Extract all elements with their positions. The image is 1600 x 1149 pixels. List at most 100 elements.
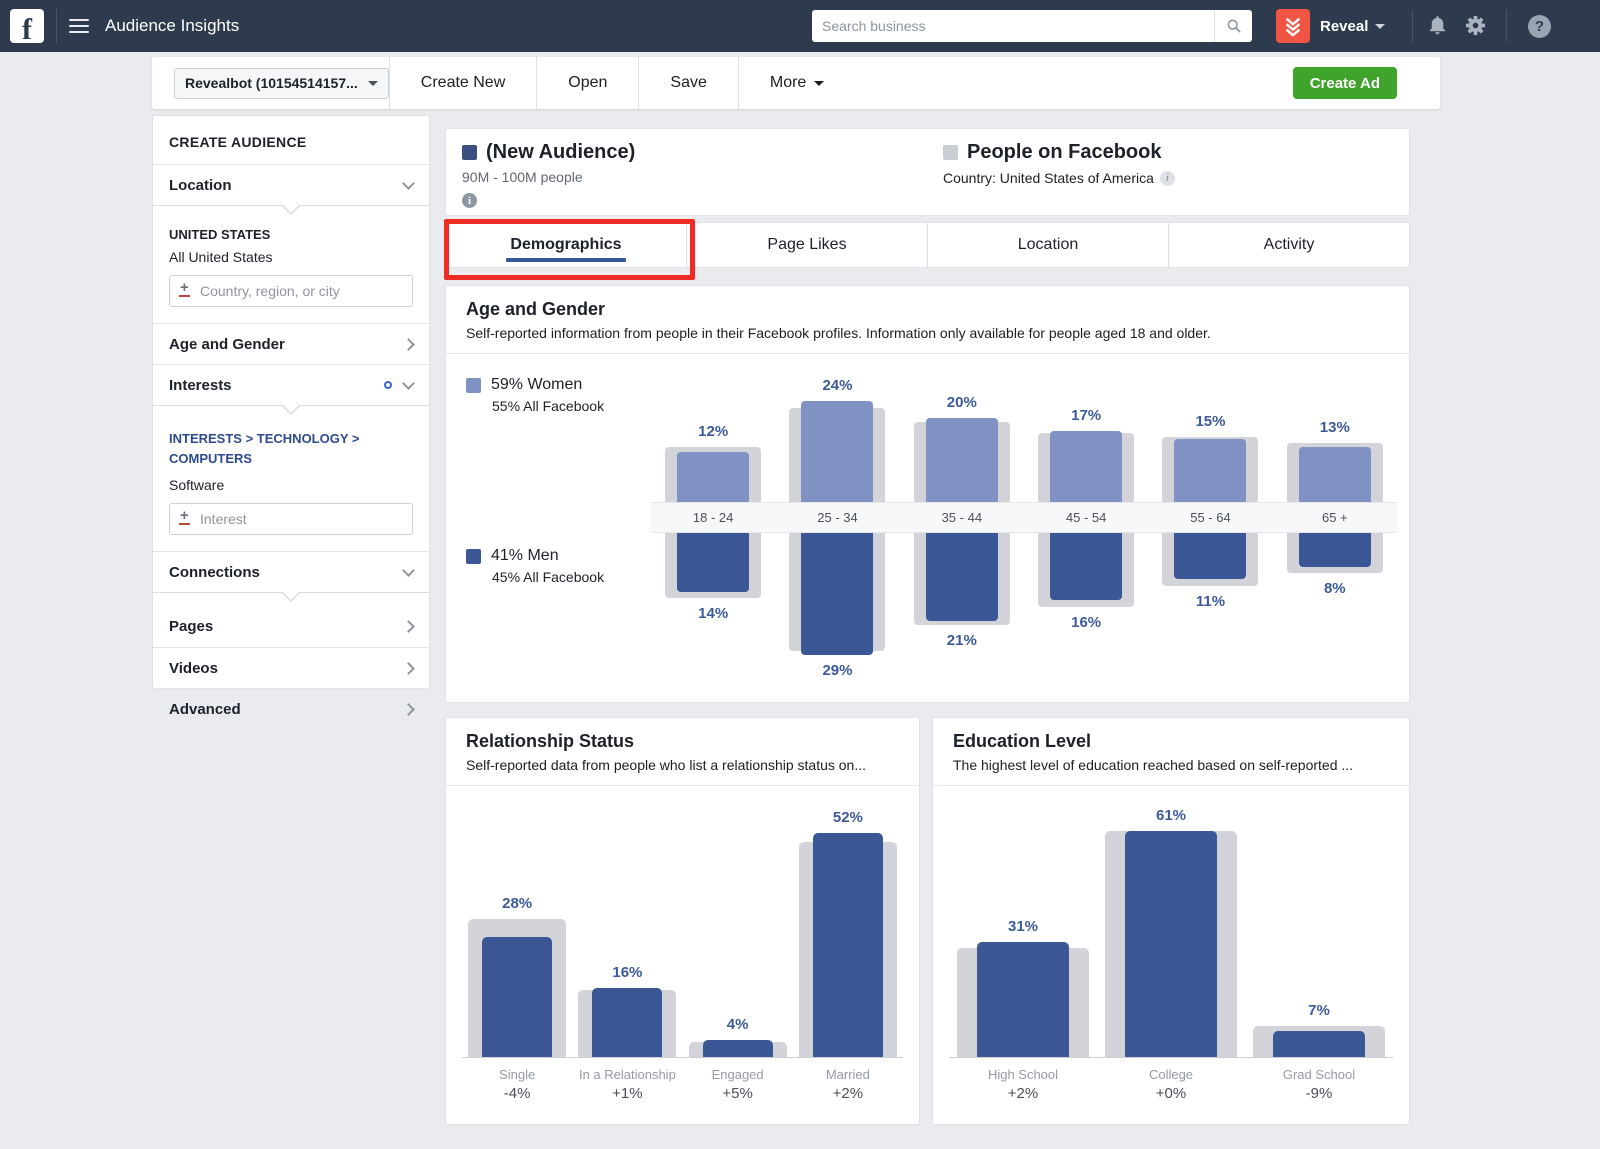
- age-axis-band: 18 - 2425 - 3435 - 4445 - 5455 - 6465 +: [651, 502, 1397, 533]
- value-label: 7%: [1245, 1002, 1393, 1019]
- search-button[interactable]: [1214, 10, 1252, 42]
- breadcrumb-computers-link[interactable]: COMPUTERS: [169, 451, 252, 466]
- bar-group: 16%: [572, 800, 682, 1057]
- tab-page-likes[interactable]: Page Likes: [686, 223, 927, 267]
- value-bar: [813, 833, 883, 1057]
- breadcrumb-interests-link[interactable]: INTERESTS: [169, 431, 242, 446]
- women-legend-label: 59% Women: [491, 376, 582, 394]
- relationship-axis-labels: Single-4%In a Relationship+1%Engaged+5%M…: [462, 1058, 903, 1102]
- men-bar: [677, 533, 749, 592]
- women-value-label: 17%: [1024, 407, 1148, 424]
- selected-interest: Software: [169, 477, 413, 493]
- category-label: Grad School: [1245, 1067, 1393, 1082]
- men-bar: [1174, 533, 1246, 579]
- category-label: In a Relationship: [572, 1067, 682, 1082]
- question-mark-icon: ?: [1528, 15, 1551, 38]
- sidebar-section-location[interactable]: Location: [153, 164, 429, 205]
- save-button[interactable]: Save: [638, 57, 737, 109]
- sidebar-section-interests[interactable]: Interests: [153, 364, 429, 405]
- location-scope: All United States: [169, 249, 413, 265]
- sidebar-section-pages[interactable]: Pages: [153, 606, 429, 647]
- audience-selector-dropdown[interactable]: Revealbot (10154514157...: [174, 68, 389, 99]
- tab-label: Activity: [1264, 236, 1315, 254]
- hamburger-menu-icon[interactable]: [69, 19, 89, 33]
- settings-button[interactable]: [1464, 14, 1487, 42]
- open-button[interactable]: Open: [536, 57, 638, 109]
- value-bar: [592, 988, 662, 1057]
- men-bar-group: 11%: [1148, 533, 1272, 699]
- tab-location[interactable]: Location: [927, 223, 1168, 267]
- sidebar-section-advanced[interactable]: Advanced: [153, 688, 429, 729]
- sidebar-section-connections[interactable]: Connections: [153, 551, 429, 592]
- comparison-title: People on Facebook: [967, 141, 1161, 164]
- interests-breadcrumb: INTERESTS > TECHNOLOGY > COMPUTERS: [169, 429, 413, 469]
- education-subtitle: The highest level of education reached b…: [953, 757, 1389, 773]
- location-section: UNITED STATES All United States +: [153, 219, 429, 323]
- tab-demographics[interactable]: Demographics: [446, 223, 686, 267]
- relationship-subtitle: Self-reported data from people who list …: [466, 757, 899, 773]
- comparison-audience-block: People on Facebook Country: United State…: [943, 141, 1175, 186]
- info-icon[interactable]: i: [462, 193, 477, 208]
- comparison-country: Country: United States of America: [943, 170, 1154, 186]
- category-label-group: In a Relationship +1%: [572, 1067, 682, 1102]
- gear-icon: [1464, 14, 1487, 37]
- section-notch-divider: [153, 405, 429, 419]
- women-value-label: 24%: [775, 377, 899, 394]
- men-bar: [926, 533, 998, 621]
- interest-input[interactable]: [169, 503, 413, 535]
- create-new-button[interactable]: Create New: [389, 57, 536, 109]
- value-label: 4%: [683, 1016, 793, 1033]
- difference-label: +0%: [1097, 1085, 1245, 1102]
- info-icon[interactable]: i: [1160, 171, 1175, 186]
- value-label: 61%: [1097, 807, 1245, 824]
- category-label-group: Grad School-9%: [1245, 1067, 1393, 1102]
- sidebar-section-age-gender[interactable]: Age and Gender: [153, 323, 429, 364]
- difference-label: +5%: [683, 1085, 793, 1102]
- search-bar: [812, 10, 1252, 42]
- connections-label: Connections: [169, 564, 260, 581]
- help-button[interactable]: ?: [1528, 15, 1551, 38]
- value-bar: [703, 1040, 773, 1057]
- education-level-card: Education Level The highest level of edu…: [932, 717, 1410, 1125]
- account-menu[interactable]: Reveal: [1276, 9, 1385, 43]
- tab-activity[interactable]: Activity: [1168, 223, 1409, 267]
- relationship-status-card: Relationship Status Self-reported data f…: [445, 717, 920, 1125]
- women-value-label: 13%: [1273, 419, 1397, 436]
- chevron-down-icon: [402, 177, 415, 190]
- value-label: 52%: [793, 809, 903, 826]
- more-button[interactable]: More: [738, 57, 855, 109]
- create-new-label: Create New: [421, 74, 505, 92]
- men-value-label: 8%: [1273, 580, 1397, 597]
- search-input[interactable]: [812, 10, 1214, 42]
- chevron-down-icon: [368, 81, 378, 86]
- audience-color-swatch: [462, 145, 477, 160]
- education-chart: 31%61%7%: [949, 800, 1393, 1058]
- bar-group: 7%: [1245, 800, 1393, 1057]
- top-navbar: f Audience Insights Reveal: [0, 0, 1600, 52]
- facebook-logo-letter: f: [22, 17, 32, 43]
- sidebar-section-videos[interactable]: Videos: [153, 647, 429, 688]
- section-notch-divider: [153, 592, 429, 606]
- selected-country: UNITED STATES: [169, 227, 413, 242]
- men-bar: [1050, 533, 1122, 600]
- men-bar-group: 14%: [651, 533, 775, 699]
- active-tab-underline: [506, 258, 626, 262]
- facebook-logo[interactable]: f: [10, 9, 44, 43]
- audience-toolbar: Revealbot (10154514157... Create New Ope…: [152, 57, 1440, 109]
- navbar-divider: [1506, 10, 1507, 42]
- category-label-group: Engaged+5%: [683, 1067, 793, 1102]
- category-label: College: [1097, 1067, 1245, 1082]
- audience-header-card: (New Audience) 90M - 100M people i Peopl…: [445, 128, 1410, 216]
- notifications-button[interactable]: [1426, 14, 1449, 42]
- category-label-group: Single-4%: [462, 1067, 572, 1102]
- app-title: Audience Insights: [105, 16, 239, 36]
- create-ad-button[interactable]: Create Ad: [1293, 67, 1397, 99]
- breadcrumb-technology-link[interactable]: TECHNOLOGY: [257, 431, 349, 446]
- difference-label: +1%: [572, 1085, 682, 1102]
- women-bar-group: 24%: [775, 364, 899, 502]
- women-value-label: 12%: [651, 423, 775, 440]
- audience-size: 90M - 100M people: [462, 169, 635, 185]
- location-input[interactable]: [169, 275, 413, 307]
- men-legend: 41% Men 45% All Facebook: [466, 547, 656, 585]
- women-value-label: 15%: [1148, 413, 1272, 430]
